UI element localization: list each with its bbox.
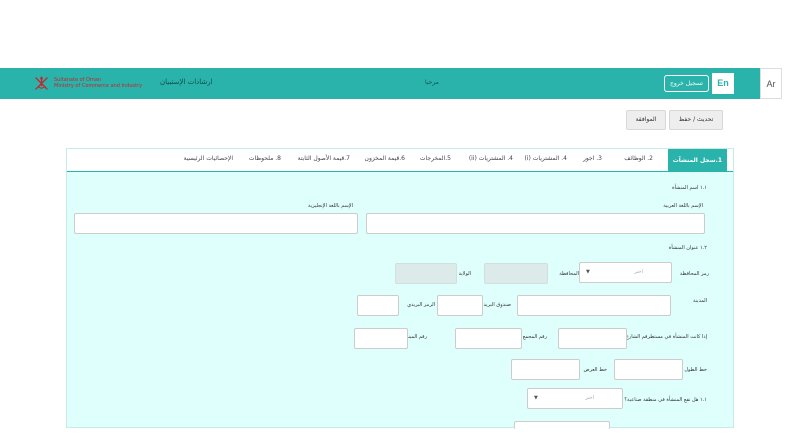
tab-wages[interactable]: 3. اجور: [583, 155, 602, 162]
approve-button[interactable]: الموافقة: [626, 110, 666, 130]
industrial-zone-select[interactable]: اختر ▼: [527, 388, 623, 409]
partial-input[interactable]: [514, 421, 610, 429]
english-name-input[interactable]: [74, 213, 358, 234]
language-en-button[interactable]: En: [712, 73, 734, 94]
governorate-code-select[interactable]: اختر ▼: [579, 262, 672, 283]
welcome-text: مرحبا: [425, 79, 439, 86]
oman-emblem-icon: [35, 76, 48, 90]
wilayat-input: [395, 263, 457, 284]
governorate-code-placeholder: اختر: [634, 269, 643, 275]
english-name-label: الإسم باللغة الإنجليزية: [308, 203, 353, 209]
city-label: المدينة: [692, 298, 707, 304]
form-panel: 1.سجل المنشآت 2. الوظائف 3. اجور 4. المش…: [66, 148, 734, 429]
section-establishment-address: ١.٢ عنوان المنشأة: [668, 245, 707, 251]
logout-button[interactable]: تسجيل خروج: [664, 75, 709, 92]
city-input[interactable]: [517, 295, 671, 316]
postal-code-input[interactable]: [357, 295, 399, 316]
complex-number-label: رقم المجمع: [522, 334, 547, 340]
po-box-label: صندوق البريد: [483, 302, 511, 308]
tab-inventory-value[interactable]: 6.قيمة المخزون: [365, 155, 405, 162]
app-title[interactable]: ارشادات الإستبيان: [160, 78, 213, 86]
street-number-label: إذا كانت المنشأة في مستطرقم الشارع: [625, 334, 707, 340]
longitude-input[interactable]: [614, 359, 683, 380]
governorate-input: [484, 263, 548, 284]
arabic-name-input[interactable]: [366, 213, 705, 234]
tab-jobs[interactable]: 2. الوظائف: [624, 155, 653, 162]
ministry-name: Sultanate of Oman Ministry of Commerce a…: [54, 77, 142, 89]
top-bar: Sultanate of Oman Ministry of Commerce a…: [0, 68, 760, 99]
governorate-code-label: رمز المحافظة: [679, 271, 709, 277]
ministry-line-2: Ministry of Commerce and Industry: [54, 83, 143, 89]
po-box-input[interactable]: [437, 295, 483, 316]
update-save-button[interactable]: تحديث / حفظ: [669, 110, 723, 130]
complex-number-input[interactable]: [455, 328, 522, 349]
street-number-input[interactable]: [558, 328, 627, 349]
industrial-zone-placeholder: اختر: [585, 395, 594, 401]
tab-purchases-2[interactable]: 4. المشتريات (ii): [469, 155, 513, 162]
tab-outputs[interactable]: 5.المخرجات: [420, 155, 451, 162]
tab-bar: 1.سجل المنشآت 2. الوظائف 3. اجور 4. المش…: [67, 149, 733, 172]
latitude-input[interactable]: [511, 359, 580, 380]
tab-fixed-assets[interactable]: 7.قيمة الأصول الثابتة: [298, 155, 350, 162]
latitude-label: خط العرض: [583, 367, 607, 373]
longitude-label: خط الطول: [684, 367, 707, 373]
chevron-down-icon: ▼: [534, 395, 538, 401]
postal-code-label: الرمز البريدي: [407, 302, 435, 308]
building-number-input[interactable]: [354, 328, 408, 349]
tab-main-statistics[interactable]: الإحصائيات الرئيسية: [184, 155, 233, 162]
language-ar-button[interactable]: Ar: [760, 68, 782, 99]
chevron-down-icon: ▼: [586, 269, 590, 275]
tab-notes[interactable]: 8. ملحوظات: [249, 155, 281, 162]
tab-purchases-1[interactable]: 4. المشتريات (i): [525, 155, 568, 162]
arabic-name-label: الإسم باللغة العربية: [663, 203, 703, 209]
tab-establishment-record[interactable]: 1.سجل المنشآت: [667, 149, 727, 172]
governorate-label: المحافظة: [559, 271, 579, 277]
wilayat-label: الولاية: [458, 271, 471, 277]
section-establishment-name: ١.١ اسم المنشأة: [672, 185, 707, 191]
industrial-zone-label: ١.١ هل تقع المنشأة في منطقة صناعية؟: [624, 397, 707, 403]
